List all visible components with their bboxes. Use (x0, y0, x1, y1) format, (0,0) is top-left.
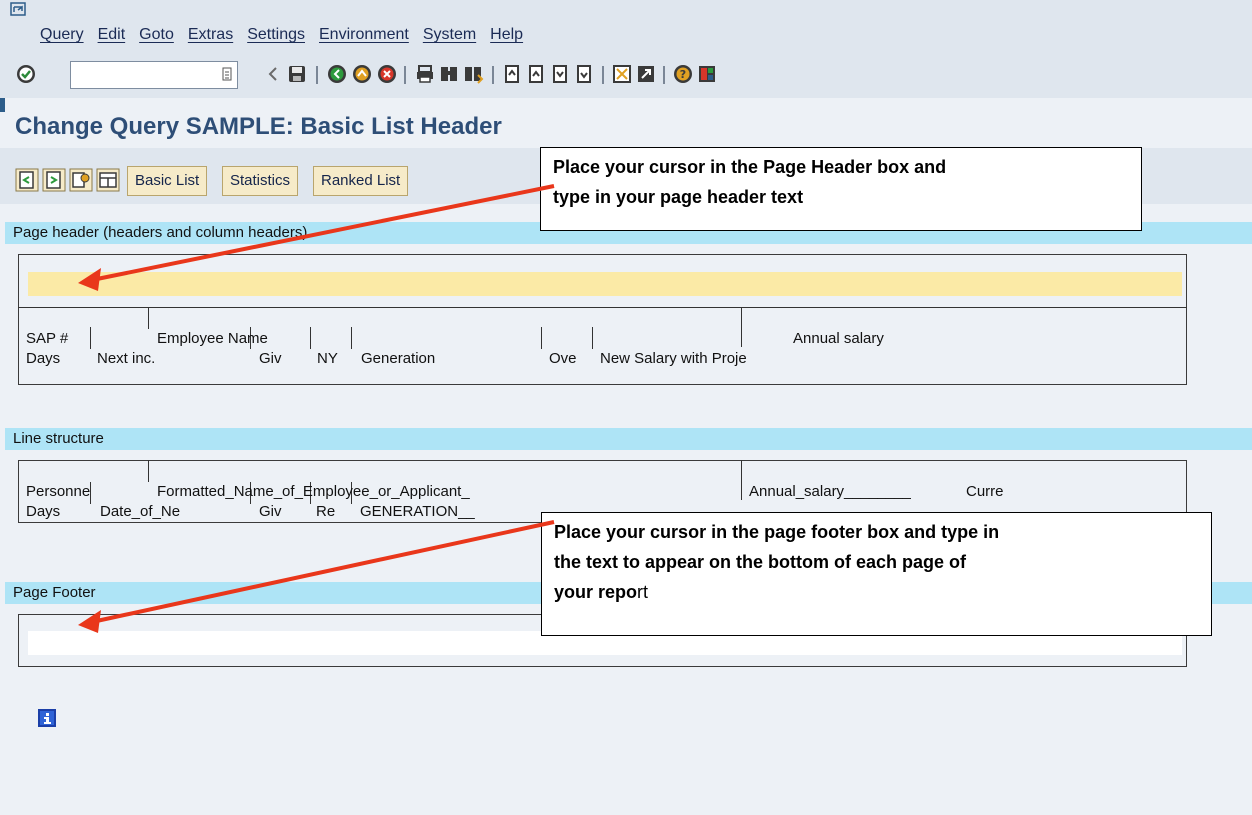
sap-window: Query Edit Goto Extras Settings Environm… (0, 0, 1252, 815)
enter-check-icon[interactable] (15, 63, 37, 85)
save-icon[interactable] (286, 63, 308, 85)
exit-icon[interactable] (351, 63, 373, 85)
divider (541, 327, 542, 349)
command-field[interactable] (70, 61, 238, 89)
line-field-re: Re (316, 503, 336, 520)
line-field-date-of-ne: Date_of_Ne (100, 503, 181, 520)
footer-callout-line3-normal: rt (637, 582, 649, 602)
statistics-button[interactable]: Statistics (222, 166, 299, 196)
menu-goto[interactable]: Goto (139, 26, 174, 44)
header-callout: Place your cursor in the Page Header box… (540, 147, 1142, 231)
column-header-generation: Generation (361, 350, 436, 367)
column-header-days: Days (26, 350, 61, 367)
footer-callout-line2: the text to appear on the bottom of each… (554, 552, 967, 572)
ranked-list-button[interactable]: Ranked List (313, 166, 409, 196)
footer-callout-line1: Place your cursor in the page footer box… (554, 522, 1000, 542)
divider (18, 307, 1187, 308)
menu-extras[interactable]: Extras (188, 26, 233, 44)
menu-expand-icon[interactable] (10, 2, 26, 16)
page-title: Change Query SAMPLE: Basic List Header (15, 113, 502, 140)
line-field-giv: Giv (259, 503, 282, 520)
menu-help[interactable]: Help (490, 26, 523, 44)
column-header-annual-salary: Annual salary (793, 330, 884, 347)
column-header-giv: Giv (259, 350, 282, 367)
column-header-employee-name: Employee Name (157, 330, 268, 347)
line-field-formatted-name: Formatted_Name_of_Employee_or_Applicant_ (157, 483, 470, 500)
line-field-days: Days (26, 503, 61, 520)
divider (310, 327, 311, 349)
last-page-icon[interactable] (573, 63, 595, 85)
divider (741, 460, 742, 500)
menu-edit[interactable]: Edit (98, 26, 126, 44)
toolbar-separator (404, 66, 406, 84)
find-icon[interactable] (438, 63, 460, 85)
toolbar-separator (316, 66, 318, 84)
divider (90, 327, 91, 349)
divider (148, 460, 149, 482)
column-header-ove: Ove (549, 350, 577, 367)
footer-callout: Place your cursor in the page footer box… (541, 512, 1212, 636)
header-callout-line2: type in your page header text (553, 187, 804, 207)
basic-list-button[interactable]: Basic List (127, 166, 208, 196)
menu-environment[interactable]: Environment (319, 26, 409, 44)
previous-list-icon[interactable] (15, 168, 39, 192)
column-header-next-inc: Next inc. (97, 350, 156, 367)
cancel-icon[interactable] (376, 63, 398, 85)
info-icon (38, 709, 56, 727)
toolbar-separator (663, 66, 665, 84)
toolbar-separator (602, 66, 604, 84)
footer-callout-line3: your report (554, 577, 1199, 607)
print-icon[interactable] (414, 63, 436, 85)
divider (351, 327, 352, 349)
shortcut-icon[interactable] (635, 63, 657, 85)
menu-system[interactable]: System (423, 26, 476, 44)
line-structure-section-label: Line structure (5, 428, 1252, 450)
help-icon[interactable]: ? (672, 63, 694, 85)
divider (148, 307, 149, 329)
back-arrow-icon[interactable] (262, 63, 284, 85)
create-session-icon[interactable] (611, 63, 633, 85)
previous-page-icon[interactable] (525, 63, 547, 85)
first-page-icon[interactable] (501, 63, 523, 85)
command-history-icon[interactable] (221, 66, 233, 82)
header-callout-line1: Place your cursor in the Page Header box… (553, 157, 947, 177)
column-header-sap: SAP # (26, 330, 69, 347)
line-field-currency: Curre (966, 483, 1004, 500)
output-options-icon[interactable] (96, 168, 120, 192)
menu-settings[interactable]: Settings (247, 26, 305, 44)
page-header-input[interactable] (28, 272, 1182, 296)
menu-items: Query Edit Goto Extras Settings Environm… (40, 26, 537, 44)
line-field-generation: GENERATION__ (360, 503, 475, 520)
find-next-icon[interactable] (462, 63, 484, 85)
next-list-icon[interactable] (42, 168, 66, 192)
select-fields-icon[interactable] (69, 168, 93, 192)
layout-menu-icon[interactable] (696, 63, 718, 85)
next-page-icon[interactable] (549, 63, 571, 85)
line-field-personne: Personne (26, 483, 91, 500)
divider (592, 327, 593, 349)
back-icon[interactable] (326, 63, 348, 85)
menu-query[interactable]: Query (40, 26, 84, 44)
svg-text:?: ? (680, 68, 686, 81)
footer-callout-line3-bold: your repo (554, 582, 638, 602)
divider (741, 307, 742, 347)
toolbar-separator (492, 66, 494, 84)
column-header-ny: NY (317, 350, 338, 367)
line-field-annual-salary: Annual_salary________ (749, 483, 911, 500)
column-header-new-salary: New Salary with Proje (600, 350, 747, 367)
